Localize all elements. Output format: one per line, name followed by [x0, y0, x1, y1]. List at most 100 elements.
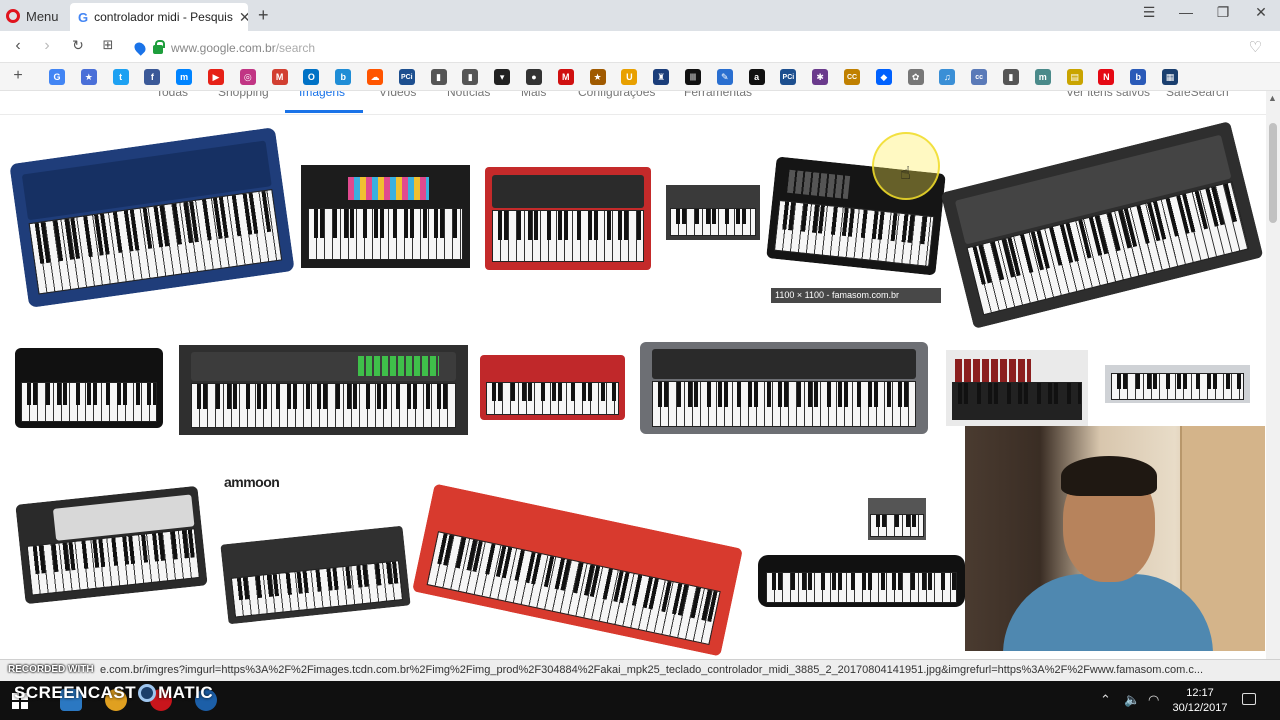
- app-icon[interactable]: U: [621, 69, 638, 85]
- result-image[interactable]: [412, 483, 743, 657]
- opera-logo-icon: [6, 9, 20, 23]
- pin-icon[interactable]: ●: [526, 69, 542, 85]
- opera-menu-button[interactable]: Menu: [6, 6, 59, 26]
- red-circle-icon[interactable]: M: [557, 69, 574, 85]
- result-image[interactable]: [758, 555, 965, 607]
- app-icon[interactable]: ♫: [939, 69, 956, 85]
- google-icon[interactable]: G: [49, 69, 65, 85]
- speed-dial-icon[interactable]: ⊞: [98, 37, 118, 53]
- piano-icon[interactable]: |||: [685, 69, 701, 85]
- document-icon[interactable]: ▮: [430, 69, 447, 85]
- nav-ferramentas[interactable]: Ferramentas: [684, 91, 752, 99]
- document-icon[interactable]: ▮: [462, 69, 479, 85]
- app-icon[interactable]: ▤: [1066, 69, 1083, 85]
- soundcloud-icon[interactable]: ☁: [367, 69, 383, 85]
- volume-icon[interactable]: 🔈: [1124, 692, 1140, 708]
- result-image[interactable]: [15, 348, 163, 428]
- pci-icon[interactable]: PCi: [780, 69, 797, 85]
- bookmarks-bar: + G ★ t f m ▶ ◎ M Ob ☁ PCi ▮ ▮ ▾ ● M ★ U ♜ ||| ✎ a PCi ✱ CC ◆ ✿ ♫ cc…: [0, 63, 1280, 91]
- amazon-icon[interactable]: a: [748, 69, 765, 85]
- nav-mais[interactable]: Mais: [521, 91, 546, 99]
- close-tab-icon[interactable]: ✕: [239, 9, 248, 26]
- nav-imagens[interactable]: Imagens: [299, 91, 345, 99]
- gmail-icon[interactable]: M: [271, 69, 288, 85]
- add-bookmark-icon[interactable]: +: [8, 67, 28, 85]
- scrollbar-thumb[interactable]: [1269, 123, 1277, 223]
- scroll-up-icon[interactable]: ▲: [1268, 93, 1277, 103]
- result-image[interactable]: [640, 342, 928, 434]
- minimize-icon[interactable]: —: [1173, 4, 1199, 20]
- netflix-icon[interactable]: N: [1098, 69, 1115, 85]
- result-image[interactable]: [480, 355, 625, 420]
- new-tab-button[interactable]: +: [258, 5, 269, 26]
- pen-icon[interactable]: ✎: [716, 69, 733, 85]
- result-image[interactable]: [9, 127, 295, 308]
- instagram-icon[interactable]: ◎: [239, 69, 256, 85]
- menu-label: Menu: [26, 8, 59, 24]
- youtube-icon[interactable]: ▶: [208, 69, 224, 85]
- app-icon[interactable]: ✿: [907, 69, 924, 85]
- nav-shopping[interactable]: Shopping: [218, 91, 269, 99]
- cart-icon[interactable]: ▾: [494, 69, 511, 85]
- watermark-brand-left: SCREENCAST: [14, 683, 137, 702]
- result-image[interactable]: [301, 165, 470, 268]
- restore-icon[interactable]: ❐: [1210, 4, 1236, 21]
- facebook-icon[interactable]: f: [144, 69, 161, 85]
- star-icon[interactable]: ★: [589, 69, 606, 85]
- result-image[interactable]: [946, 350, 1088, 426]
- result-image[interactable]: [1105, 365, 1250, 403]
- clock-time: 12:17: [1186, 687, 1214, 699]
- google-favicon-icon: G: [78, 9, 89, 25]
- app-icon[interactable]: cc: [971, 69, 988, 85]
- nav-noticias[interactable]: Notícias: [447, 91, 490, 99]
- app-icon[interactable]: ▦: [1162, 69, 1178, 85]
- result-image[interactable]: [940, 121, 1264, 329]
- outlook-icon[interactable]: O: [303, 69, 320, 85]
- twitter-icon[interactable]: t: [112, 69, 129, 85]
- app-icon[interactable]: m: [1034, 69, 1051, 85]
- app-icon[interactable]: b: [1130, 69, 1147, 85]
- taskbar-clock[interactable]: 12:17 30/12/2017: [1168, 686, 1232, 716]
- nav-todas[interactable]: Todas: [156, 91, 188, 99]
- tray-chevron-icon[interactable]: ⌃: [1100, 692, 1111, 708]
- address-field[interactable]: www.google.com.br/search: [132, 38, 1275, 58]
- dropbox-icon[interactable]: ◆: [875, 69, 892, 85]
- forward-icon[interactable]: ›: [37, 37, 57, 55]
- status-url-bar: e.com.br/imgres?imgurl=https%3A%2F%2Fima…: [0, 659, 1280, 681]
- network-icon[interactable]: ◠: [1148, 692, 1159, 708]
- tab-title: controlador midi - Pesquis: [94, 10, 233, 24]
- page-scrollbar[interactable]: ▲: [1266, 91, 1280, 659]
- result-image[interactable]: [666, 185, 760, 240]
- result-image[interactable]: [485, 167, 651, 270]
- tab-google-search[interactable]: G controlador midi - Pesquis ✕: [70, 3, 248, 31]
- google-search-nav: Todas Shopping Imagens Vídeos Notícias M…: [0, 91, 1266, 115]
- nav-videos[interactable]: Vídeos: [379, 91, 416, 99]
- bookmark-heart-icon[interactable]: ♡: [1249, 38, 1262, 56]
- bing-icon[interactable]: b: [335, 69, 352, 85]
- messenger-icon[interactable]: m: [176, 69, 193, 85]
- reload-icon[interactable]: ↻: [68, 37, 88, 54]
- back-icon[interactable]: ‹: [8, 37, 28, 55]
- nav-configuracoes[interactable]: Configurações: [578, 91, 655, 99]
- screencast-o-matic-watermark: SCREENCAST MATIC: [14, 683, 213, 703]
- yamaha-icon[interactable]: ✱: [812, 69, 829, 85]
- document-icon[interactable]: ▮: [1003, 69, 1019, 85]
- pci-icon[interactable]: PCi: [398, 69, 415, 85]
- result-image[interactable]: [868, 498, 926, 540]
- cc-icon[interactable]: CC: [844, 69, 860, 85]
- nav-safesearch[interactable]: SafeSearch: [1166, 91, 1229, 99]
- nav-saved-items[interactable]: Ver itens salvos: [1066, 91, 1150, 99]
- active-tab-indicator: [285, 110, 363, 113]
- result-image[interactable]: [15, 485, 208, 605]
- result-image[interactable]: [220, 525, 411, 625]
- result-image[interactable]: [179, 345, 468, 435]
- notifications-icon[interactable]: [1242, 693, 1256, 705]
- app-icon[interactable]: ♜: [653, 69, 670, 85]
- app-icon[interactable]: ★: [80, 69, 97, 85]
- clock-date: 30/12/2017: [1172, 702, 1228, 714]
- screencast-logo-icon: [138, 684, 157, 702]
- image-size-caption: 1100 × 1100 - famasom.com.br: [771, 288, 941, 303]
- url-path: /search: [275, 41, 316, 55]
- close-window-icon[interactable]: ✕: [1248, 4, 1274, 21]
- tab-menu-icon[interactable]: ☰: [1136, 4, 1162, 21]
